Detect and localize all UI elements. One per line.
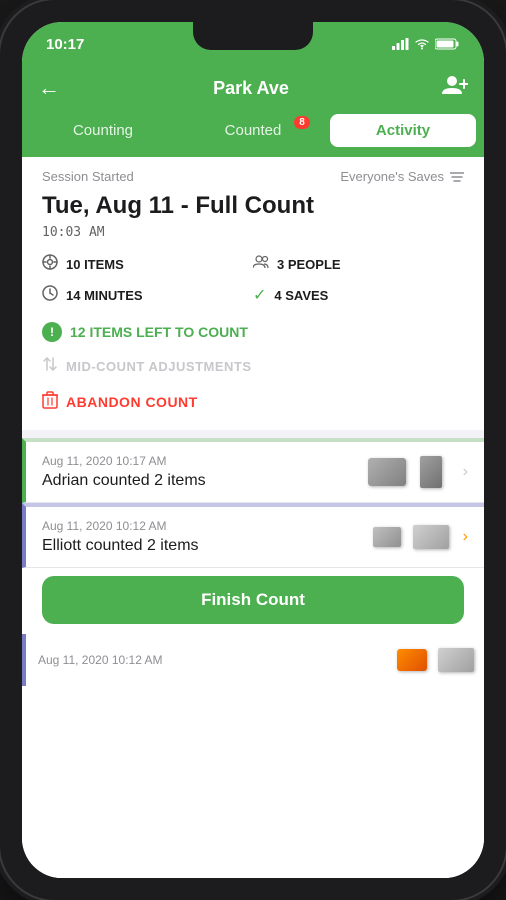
filter-icon	[450, 171, 464, 183]
people-icon-svg	[253, 255, 269, 269]
abandon-row[interactable]: ABANDON COUNT	[42, 391, 464, 414]
signal-icon	[392, 38, 409, 50]
add-user-button[interactable]	[442, 74, 468, 102]
mid-count-label: MID-COUNT ADJUSTMENTS	[66, 359, 252, 374]
filter-row[interactable]: Everyone's Saves	[340, 169, 464, 184]
count-card: Tue, Aug 11 - Full Count 10:03 AM	[22, 192, 484, 438]
tab-activity[interactable]: Activity	[330, 114, 476, 147]
activity-list: Aug 11, 2020 10:17 AM Adrian counted 2 i…	[22, 438, 484, 878]
people-icon	[253, 255, 269, 274]
back-button[interactable]: ←	[38, 75, 60, 101]
status-bar: 10:17	[22, 22, 484, 66]
status-time: 10:17	[46, 36, 84, 53]
items-left-alert: ! 12 ITEMS LEFT TO COUNT	[42, 322, 464, 342]
settings-icon	[42, 254, 58, 270]
transfer-icon	[42, 356, 58, 372]
activity-item-left: Aug 11, 2020 10:12 AM Elliott counted 2 …	[42, 519, 367, 555]
thumbnail-1	[367, 454, 407, 490]
activity-item-right: ›	[367, 454, 468, 490]
item-thumbnails	[367, 454, 451, 490]
items-count: 10 ITEMS	[66, 257, 124, 272]
session-started-label: Session Started	[42, 169, 134, 184]
stat-saves: ✓ 4 SAVES	[253, 285, 464, 306]
alert-icon: !	[42, 322, 62, 342]
trash-icon	[42, 391, 58, 414]
items-left-text: 12 ITEMS LEFT TO COUNT	[70, 324, 248, 340]
app-header: ← Park Ave	[22, 66, 484, 114]
status-icons	[392, 38, 460, 50]
abandon-label: ABANDON COUNT	[66, 394, 198, 410]
thumbnail-4	[411, 519, 451, 555]
add-person-icon	[442, 74, 468, 96]
partial-thumbnails	[392, 642, 476, 678]
tab-counted[interactable]: Counted 8	[180, 114, 326, 147]
activity-item-left: Aug 11, 2020 10:17 AM Adrian counted 2 i…	[42, 454, 367, 490]
activity-item[interactable]: Aug 11, 2020 10:12 AM Elliott counted 2 …	[22, 503, 484, 568]
clock-icon	[42, 285, 58, 306]
adjustments-icon	[42, 356, 58, 377]
saves-count: 4 SAVES	[274, 288, 328, 303]
notch	[193, 22, 313, 50]
counted-badge: 8	[294, 116, 310, 129]
stat-items: 10 ITEMS	[42, 254, 253, 275]
finish-btn-container: Finish Count	[22, 568, 484, 634]
tab-bar: Counting Counted 8 Activity	[22, 114, 484, 157]
chevron-right-icon: ›	[463, 528, 468, 546]
mid-count-row[interactable]: MID-COUNT ADJUSTMENTS	[42, 356, 464, 377]
thumbnail-6	[436, 642, 476, 678]
thumbnail-5	[392, 642, 432, 678]
trash-icon-svg	[42, 391, 58, 409]
finish-count-button[interactable]: Finish Count	[42, 576, 464, 624]
count-time: 10:03 AM	[42, 225, 464, 240]
session-header: Session Started Everyone's Saves	[22, 157, 484, 192]
items-icon	[42, 254, 58, 275]
count-title: Tue, Aug 11 - Full Count	[42, 192, 464, 221]
stats-grid: 10 ITEMS 3 PEOPLE	[42, 254, 464, 306]
page-title: Park Ave	[213, 78, 289, 99]
stat-people: 3 PEOPLE	[253, 254, 464, 275]
main-content: Session Started Everyone's Saves Tue, Au…	[22, 157, 484, 878]
people-count: 3 PEOPLE	[277, 257, 341, 272]
thumbnail-3	[367, 519, 407, 555]
activity-date: Aug 11, 2020 10:17 AM	[42, 454, 367, 468]
partial-date: Aug 11, 2020 10:12 AM	[38, 653, 163, 667]
clock-icon-svg	[42, 285, 58, 301]
check-icon: ✓	[253, 285, 266, 305]
activity-item-right: ›	[367, 519, 468, 555]
activity-item[interactable]: Aug 11, 2020 10:17 AM Adrian counted 2 i…	[22, 438, 484, 503]
activity-date: Aug 11, 2020 10:12 AM	[42, 519, 367, 533]
activity-description: Adrian counted 2 items	[42, 472, 367, 490]
partial-activity-item[interactable]: Aug 11, 2020 10:12 AM	[22, 634, 484, 686]
activity-description: Elliott counted 2 items	[42, 537, 367, 555]
battery-icon	[435, 38, 460, 50]
item-thumbnails	[367, 519, 451, 555]
filter-label: Everyone's Saves	[340, 169, 444, 184]
tab-counting[interactable]: Counting	[30, 114, 176, 147]
thumbnail-2	[411, 454, 451, 490]
wifi-icon	[414, 38, 430, 50]
minutes-count: 14 MINUTES	[66, 288, 143, 303]
stat-minutes: 14 MINUTES	[42, 285, 253, 306]
chevron-right-icon: ›	[463, 463, 468, 481]
